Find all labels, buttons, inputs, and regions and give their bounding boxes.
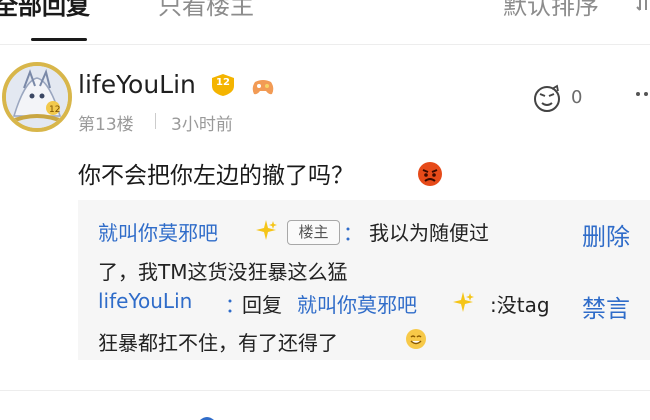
reply-tabs: 全部回复 只看楼主 默认排序	[0, 0, 650, 45]
more-options-icon[interactable]	[636, 91, 650, 97]
meta-divider	[155, 113, 156, 129]
reply-text-line2: 狂暴都扛不住，有了还得了	[98, 331, 338, 355]
svg-text:12: 12	[49, 105, 60, 115]
tab-owner-only[interactable]: 只看楼主	[158, 0, 254, 21]
reply-text-line2: 了，我TM这货没狂暴这么猛	[98, 260, 348, 284]
sparkle-icon	[453, 292, 474, 312]
active-tab-indicator	[31, 38, 87, 41]
username[interactable]: lifeYouLin	[78, 70, 196, 99]
reply-text-line1: :没tag	[490, 293, 550, 317]
reply-text-line1: 我以为随便过	[369, 221, 489, 245]
floor-number: 第13楼	[78, 115, 134, 135]
sparkle-icon	[256, 220, 277, 240]
like-count: 0	[571, 87, 583, 108]
like-icon[interactable]	[532, 84, 562, 114]
reply-to-label: 回复	[242, 293, 282, 317]
user-avatar[interactable]: 12	[2, 62, 72, 132]
angry-emoji-icon	[418, 162, 442, 186]
level-number: 12	[216, 77, 230, 88]
owner-badge: 楼主	[287, 220, 340, 245]
reply-separator: ：	[343, 221, 363, 245]
delete-button[interactable]: 删除	[582, 217, 630, 252]
divider	[0, 390, 650, 391]
level-badge: 12	[210, 74, 236, 96]
post-time: 3小时前	[171, 115, 233, 135]
reply-target-user[interactable]: 就叫你莫邪吧	[297, 289, 417, 318]
sort-dropdown[interactable]: 默认排序	[503, 0, 599, 21]
gamepad-icon	[252, 80, 274, 95]
sort-icon[interactable]	[636, 0, 650, 12]
mute-button[interactable]: 禁言	[582, 289, 630, 324]
smile-emoji-icon	[406, 329, 426, 349]
sub-reply-box: 就叫你莫邪吧 楼主 ： 我以为随便过 了，我TM这货没狂暴这么猛 lifeYou…	[78, 200, 650, 360]
reply-author[interactable]: lifeYouLin	[98, 289, 192, 313]
post-content: 你不会把你左边的撤了吗？	[78, 163, 354, 189]
reply-author[interactable]: 就叫你莫邪吧	[98, 217, 218, 246]
next-post-icon	[200, 417, 214, 420]
tab-all-replies[interactable]: 全部回复	[0, 0, 90, 21]
